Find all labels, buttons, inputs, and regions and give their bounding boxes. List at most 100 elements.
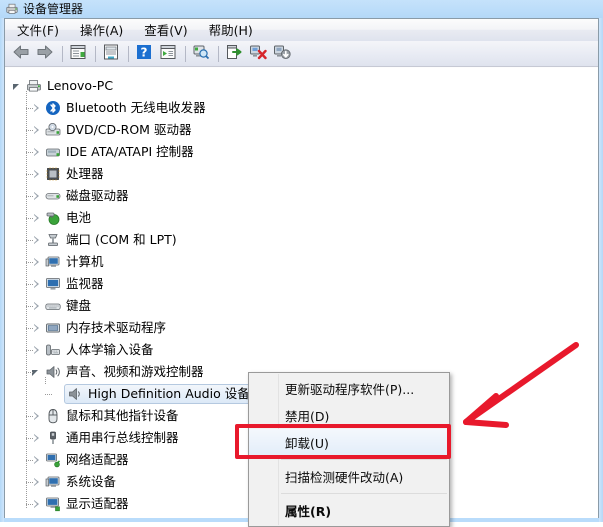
tree-expander-closed-icon[interactable] <box>32 499 43 510</box>
ctx-uninstall[interactable]: 卸载(U) <box>249 429 449 456</box>
ctx-scan-hardware[interactable]: 扫描检测硬件改动(A) <box>249 463 449 490</box>
tree-guide-line <box>45 394 52 395</box>
tree-item[interactable]: 声音、视频和游戏控制器 <box>32 361 204 383</box>
tree-expander-closed-icon[interactable] <box>32 213 43 224</box>
tree-item[interactable]: 鼠标和其他指针设备 <box>32 405 179 427</box>
tree-item[interactable]: 人体学输入设备 <box>32 339 154 361</box>
tree-expander-closed-icon[interactable] <box>32 169 43 180</box>
tree-item-content: 内存技术驱动程序 <box>45 320 166 336</box>
tree-guide-line <box>26 262 33 263</box>
menu-help[interactable]: 帮助(H) <box>200 21 262 40</box>
toolbar-console-tree[interactable] <box>67 43 89 65</box>
toolbar-update-driver[interactable] <box>223 43 245 65</box>
toolbar-properties[interactable] <box>100 43 122 65</box>
tree-item[interactable]: 系统设备 <box>32 471 116 493</box>
tree-expander-closed-icon[interactable] <box>32 323 43 334</box>
tree-item-label: 网络适配器 <box>66 452 129 467</box>
toolbar-action-pane[interactable] <box>157 43 179 65</box>
tree-expander-closed-icon[interactable] <box>32 411 43 422</box>
tree-guide-line <box>26 306 33 307</box>
tree-item-label: 监视器 <box>66 276 104 291</box>
tree-item-label: 声音、视频和游戏控制器 <box>66 364 204 379</box>
tree-item[interactable]: 键盘 <box>32 295 91 317</box>
tree-item-content: 计算机 <box>45 254 104 270</box>
tree-item[interactable]: IDE ATA/ATAPI 控制器 <box>32 141 194 163</box>
network-adapter-icon <box>45 452 61 468</box>
ports-icon <box>45 232 61 248</box>
toolbar-scan-hardware[interactable] <box>190 43 212 65</box>
tree-guide-line <box>26 218 33 219</box>
tree-item[interactable]: 监视器 <box>32 273 104 295</box>
ide-controller-icon <box>45 144 61 160</box>
tree-expander-closed-icon[interactable] <box>32 103 43 114</box>
tree-guide-line <box>26 108 33 109</box>
tree-item-label: High Definition Audio 设备 <box>88 386 250 401</box>
tree-item[interactable]: Lenovo-PC <box>13 75 113 97</box>
tree-item-label: 人体学输入设备 <box>66 342 154 357</box>
menu-file[interactable]: 文件(F) <box>8 21 68 40</box>
tree-item[interactable]: 处理器 <box>32 163 104 185</box>
scan-hardware-changes-icon <box>192 43 210 64</box>
window-title: 设备管理器 <box>23 2 84 16</box>
tree-expander-closed-icon[interactable] <box>32 279 43 290</box>
context-menu-separator <box>281 459 447 460</box>
tree-expander-closed-icon[interactable] <box>32 455 43 466</box>
tree-item-label: 键盘 <box>66 298 92 313</box>
tree-expander-closed-icon[interactable] <box>32 191 43 202</box>
tree-item[interactable]: 电池 <box>32 207 91 229</box>
toolbar-forward[interactable] <box>34 43 56 65</box>
tree-item[interactable]: 端口 (COM 和 LPT) <box>32 229 177 251</box>
tree-item-content: 显示适配器 <box>45 496 129 512</box>
tree-expander-closed-icon[interactable] <box>32 257 43 268</box>
tree-expander-closed-icon[interactable] <box>32 477 43 488</box>
usb-controller-icon <box>45 430 61 446</box>
tree-guide-line <box>26 460 33 461</box>
tree-item[interactable]: 通用串行总线控制器 <box>32 427 179 449</box>
tree-item[interactable]: 网络适配器 <box>32 449 129 471</box>
toolbar-uninstall-device[interactable] <box>247 43 269 65</box>
toolbar-disable-device[interactable] <box>271 43 293 65</box>
ctx-properties[interactable]: 属性(R) <box>249 497 449 524</box>
tree-item[interactable]: High Definition Audio 设备 <box>51 383 257 405</box>
toolbar-help[interactable]: ? <box>133 43 155 65</box>
ctx-update-driver[interactable]: 更新驱动程序软件(P)... <box>249 375 449 402</box>
context-menu[interactable]: 更新驱动程序软件(P)... 禁用(D) 卸载(U) 扫描检测硬件改动(A) 属性(R) <box>248 372 450 527</box>
tree-item-label: 磁盘驱动器 <box>66 188 129 203</box>
tree-item[interactable]: Bluetooth 无线电收发器 <box>32 97 206 119</box>
back-arrow-icon <box>11 43 31 64</box>
tree-expander-open-icon[interactable] <box>13 81 24 92</box>
tree-item[interactable]: 计算机 <box>32 251 104 273</box>
bluetooth-icon <box>45 100 61 116</box>
tree-item-label: Bluetooth 无线电收发器 <box>66 100 206 115</box>
ctx-disable[interactable]: 禁用(D) <box>249 402 449 429</box>
tree-expander-closed-icon[interactable] <box>32 345 43 356</box>
tree-expander-closed-icon[interactable] <box>32 235 43 246</box>
tree-item-content: DVD/CD-ROM 驱动器 <box>45 122 191 138</box>
tree-item-content: 端口 (COM 和 LPT) <box>45 232 177 248</box>
tree-expander-closed-icon[interactable] <box>32 433 43 444</box>
update-driver-icon <box>225 43 243 64</box>
tree-item-label: 显示适配器 <box>66 496 129 511</box>
tree-expander-closed-icon[interactable] <box>32 125 43 136</box>
menu-action[interactable]: 操作(A) <box>71 21 132 40</box>
tree-expander-closed-icon[interactable] <box>32 301 43 312</box>
tree-item-label: Lenovo-PC <box>47 78 114 93</box>
processor-icon <box>45 166 61 182</box>
tree-item[interactable]: DVD/CD-ROM 驱动器 <box>32 119 191 141</box>
tree-item[interactable]: 磁盘驱动器 <box>32 185 129 207</box>
tree-guide-line <box>26 482 33 483</box>
audio-device-icon <box>67 386 83 402</box>
tree-guide-line <box>26 91 27 509</box>
tree-item-label: 端口 (COM 和 LPT) <box>66 232 177 247</box>
disable-device-icon <box>273 43 291 64</box>
menu-view[interactable]: 查看(V) <box>135 21 196 40</box>
tree-item-label: 电池 <box>66 210 92 225</box>
tree-expander-open-icon[interactable] <box>32 367 43 378</box>
title-bar: 设备管理器 <box>0 0 603 18</box>
tree-item[interactable]: 显示适配器 <box>32 493 129 515</box>
tree-item[interactable]: 内存技术驱动程序 <box>32 317 166 339</box>
tree-item-label: 处理器 <box>66 166 104 181</box>
menu-bar: 文件(F) 操作(A) 查看(V) 帮助(H) <box>5 19 598 42</box>
toolbar-back[interactable] <box>10 43 32 65</box>
tree-expander-closed-icon[interactable] <box>32 147 43 158</box>
